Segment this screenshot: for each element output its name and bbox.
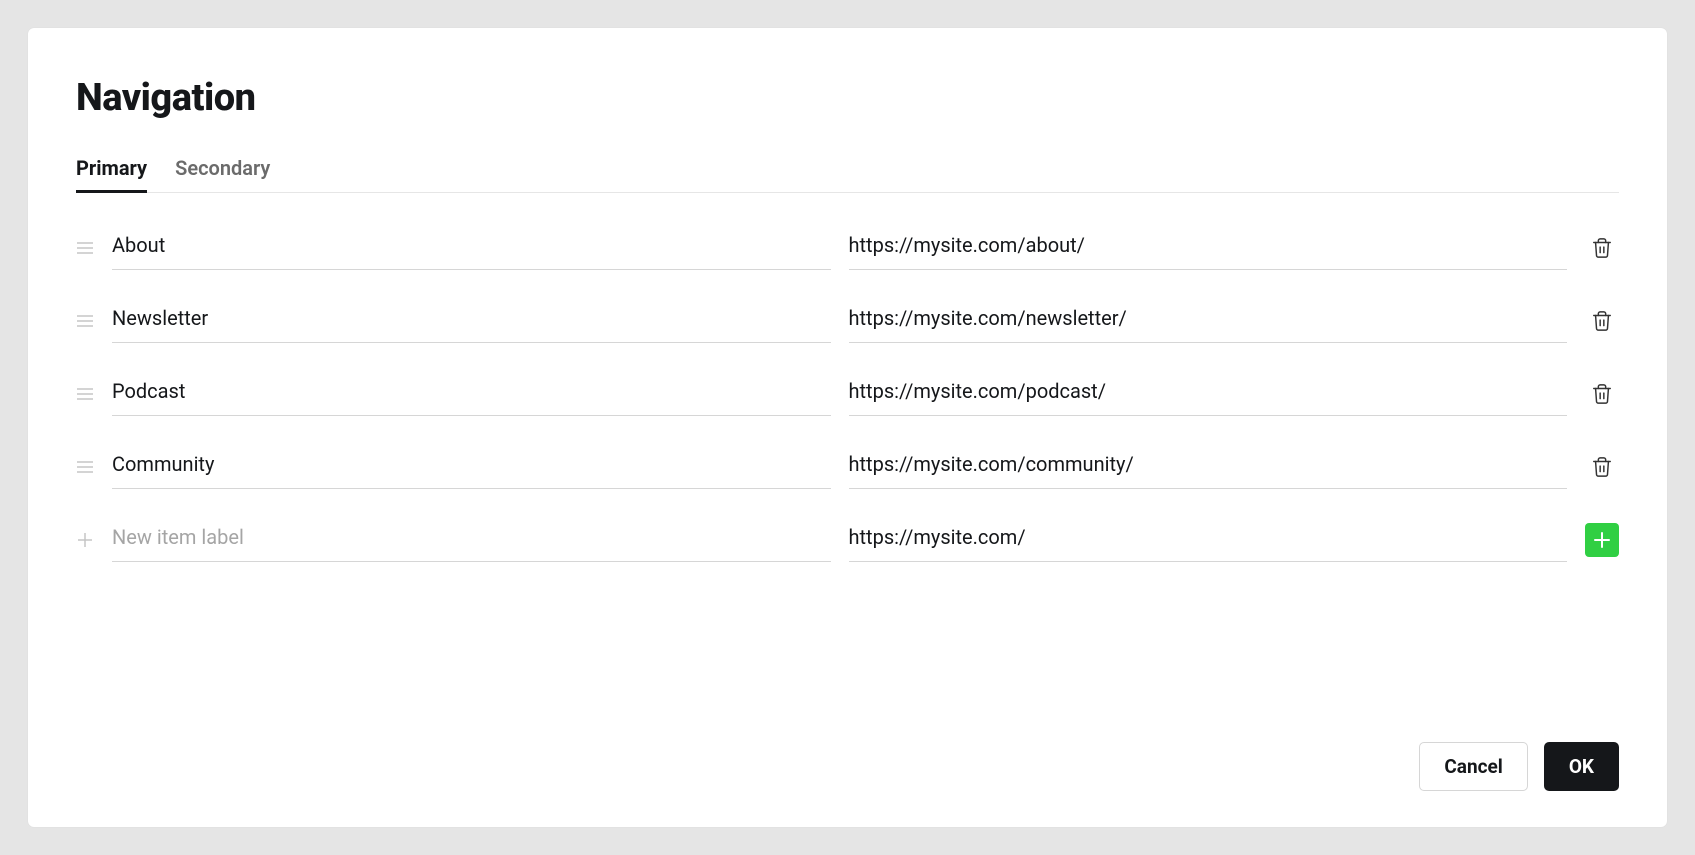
tab-secondary[interactable]: Secondary — [175, 156, 270, 192]
nav-label-input[interactable] — [112, 371, 831, 416]
nav-row — [76, 211, 1619, 284]
add-button[interactable] — [1585, 523, 1619, 557]
nav-row-new — [76, 503, 1619, 576]
nav-row — [76, 357, 1619, 430]
plus-icon — [76, 532, 94, 548]
navigation-modal: Navigation Primary Secondary — [28, 28, 1667, 827]
nav-row — [76, 430, 1619, 503]
nav-url-input[interactable] — [849, 371, 1568, 416]
cancel-button[interactable]: Cancel — [1419, 742, 1527, 791]
ok-button[interactable]: OK — [1544, 742, 1619, 791]
drag-handle-icon[interactable] — [76, 315, 94, 327]
delete-button[interactable] — [1585, 304, 1619, 338]
nav-rows — [76, 211, 1619, 576]
nav-url-input[interactable] — [849, 298, 1568, 343]
nav-label-input[interactable] — [112, 444, 831, 489]
nav-new-url-input[interactable] — [849, 517, 1568, 562]
drag-handle-icon[interactable] — [76, 461, 94, 473]
tabs: Primary Secondary — [76, 156, 1619, 193]
nav-url-input[interactable] — [849, 225, 1568, 270]
page-title: Navigation — [76, 76, 1619, 120]
drag-handle-icon[interactable] — [76, 388, 94, 400]
nav-new-label-input[interactable] — [112, 517, 831, 562]
nav-url-input[interactable] — [849, 444, 1568, 489]
delete-button[interactable] — [1585, 377, 1619, 411]
nav-row — [76, 284, 1619, 357]
delete-button[interactable] — [1585, 231, 1619, 265]
nav-label-input[interactable] — [112, 225, 831, 270]
modal-footer: Cancel OK — [76, 702, 1619, 791]
nav-label-input[interactable] — [112, 298, 831, 343]
drag-handle-icon[interactable] — [76, 242, 94, 254]
delete-button[interactable] — [1585, 450, 1619, 484]
tab-primary[interactable]: Primary — [76, 156, 147, 192]
